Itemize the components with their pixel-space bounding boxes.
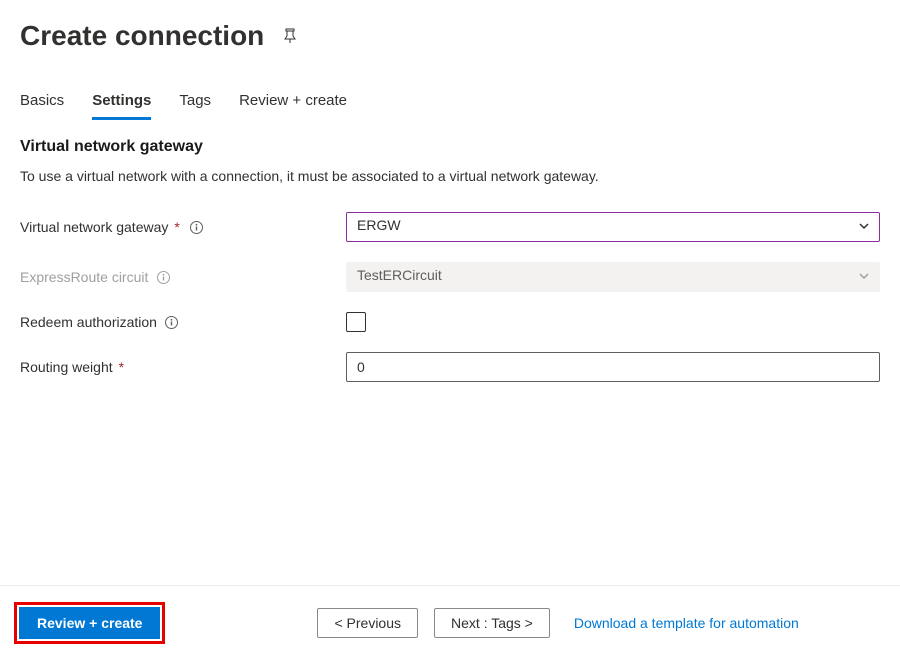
label-text-vng: Virtual network gateway [20, 219, 168, 235]
page-title: Create connection [20, 20, 264, 52]
label-routing-weight: Routing weight * [20, 359, 346, 375]
required-star: * [119, 359, 124, 375]
label-text-er: ExpressRoute circuit [20, 269, 148, 285]
info-icon[interactable] [165, 315, 179, 329]
select-wrap-vng: ERGW [346, 212, 880, 242]
routing-weight-input[interactable] [346, 352, 880, 382]
section-description: To use a virtual network with a connecti… [20, 168, 880, 184]
row-routing-weight: Routing weight * [20, 352, 880, 382]
footer-bar: Review + create < Previous Next : Tags >… [0, 585, 900, 660]
label-virtual-network-gateway: Virtual network gateway * [20, 219, 346, 235]
review-create-button[interactable]: Review + create [19, 607, 160, 639]
control-redeem [346, 312, 880, 332]
highlight-box: Review + create [14, 602, 165, 644]
label-text-redeem: Redeem authorization [20, 314, 157, 330]
label-redeem-authorization: Redeem authorization [20, 314, 346, 330]
next-button[interactable]: Next : Tags > [434, 608, 550, 638]
row-expressroute-circuit: ExpressRoute circuit TestERCircuit [20, 262, 880, 292]
control-vng: ERGW [346, 212, 880, 242]
label-text-routing: Routing weight [20, 359, 113, 375]
tab-basics[interactable]: Basics [20, 92, 64, 120]
row-redeem-authorization: Redeem authorization [20, 312, 880, 332]
select-wrap-er: TestERCircuit [346, 262, 880, 292]
redeem-authorization-checkbox[interactable] [346, 312, 366, 332]
row-virtual-network-gateway: Virtual network gateway * ERGW [20, 212, 880, 242]
tab-review-create[interactable]: Review + create [239, 92, 347, 120]
info-icon[interactable] [190, 220, 204, 234]
pin-icon[interactable] [282, 28, 298, 44]
previous-button[interactable]: < Previous [317, 608, 418, 638]
control-routing [346, 352, 880, 382]
info-icon[interactable] [156, 270, 170, 284]
page-header: Create connection [0, 0, 900, 62]
control-er: TestERCircuit [346, 262, 880, 292]
tab-content: Virtual network gateway To use a virtual… [0, 120, 900, 422]
tab-settings[interactable]: Settings [92, 92, 151, 120]
label-expressroute-circuit: ExpressRoute circuit [20, 269, 346, 285]
section-heading: Virtual network gateway [20, 138, 880, 156]
download-template-link[interactable]: Download a template for automation [574, 615, 799, 631]
virtual-network-gateway-select[interactable]: ERGW [346, 212, 880, 242]
tabs-bar: Basics Settings Tags Review + create [0, 62, 900, 120]
expressroute-circuit-select: TestERCircuit [346, 262, 880, 292]
tab-tags[interactable]: Tags [179, 92, 211, 120]
required-star: * [174, 219, 179, 235]
